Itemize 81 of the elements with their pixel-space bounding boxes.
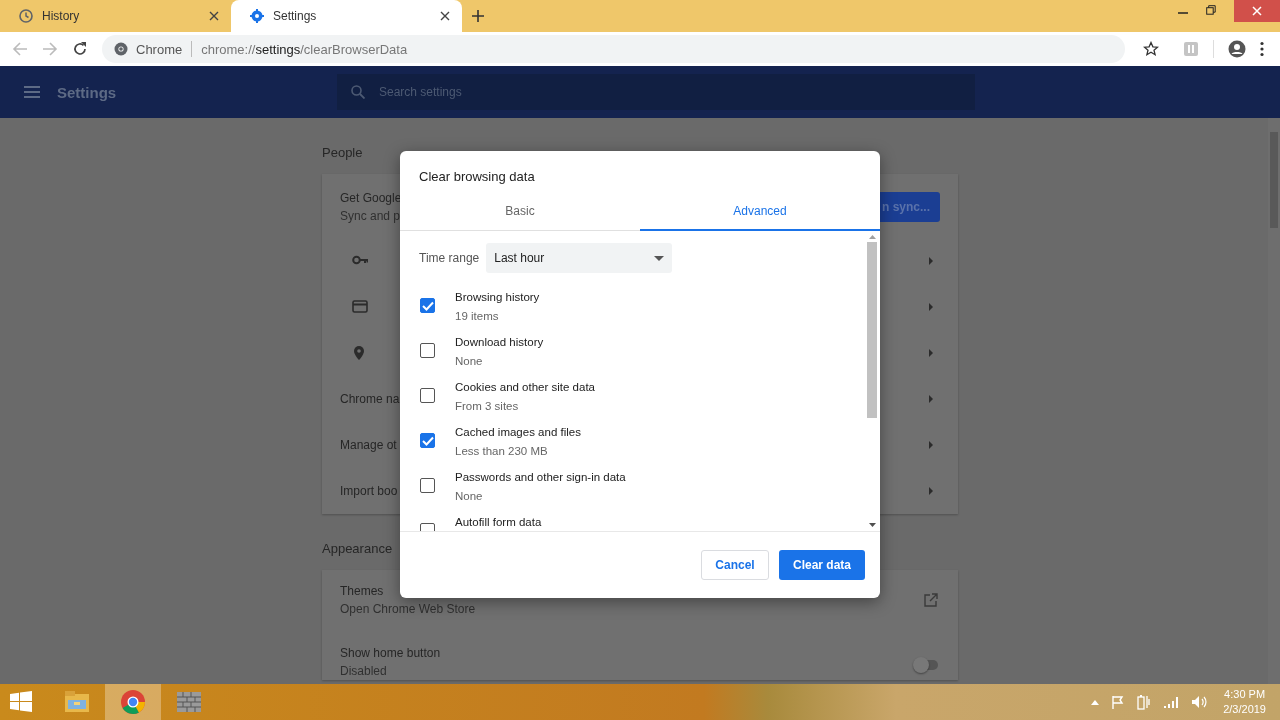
row-title: Import boo [340,483,398,500]
scroll-up-icon[interactable] [868,235,876,239]
chrome-icon [114,42,128,56]
dialog-tab[interactable]: Basic [400,193,640,231]
speaker-icon[interactable] [1191,695,1208,709]
search-icon [351,85,365,99]
row-title: Show home button [340,645,441,662]
browser-icon [119,688,147,716]
browser-tab[interactable]: Settings [231,0,462,32]
page-title: Settings [57,83,118,101]
scroll-down-icon[interactable] [868,523,876,527]
row-subtitle: Disabled [340,663,388,680]
arrow-right-icon[interactable] [928,394,934,404]
checkbox-label: Cached images and files [455,425,581,440]
scrollbar[interactable] [1268,118,1280,684]
close-icon [1252,6,1262,16]
dialog-title: Clear browsing data [418,168,536,186]
external-link-icon[interactable] [924,593,938,607]
row-title: Get Google [340,190,402,207]
search-field[interactable]: Search settings [337,74,975,110]
check-icon [421,435,434,446]
restore-icon[interactable] [1206,5,1216,15]
checkbox-label: Download history [455,335,544,350]
checkbox-label: Cookies and other site data [455,380,595,395]
checkbox-label: Passwords and other sign-in data [455,470,626,485]
battery-icon[interactable] [1137,694,1152,710]
credit-card-icon [352,299,368,315]
flag-icon[interactable] [1111,695,1126,709]
scrollbar-thumb[interactable] [867,242,877,418]
checkbox[interactable] [420,388,435,403]
signal-icon[interactable] [1163,695,1180,709]
checkbox-detail: 19 items [455,309,500,324]
arrow-right-icon[interactable] [928,256,934,266]
taskbar-app[interactable] [105,684,161,720]
toggle-switch[interactable] [916,660,938,670]
dialog-tab[interactable]: Advanced [640,193,880,231]
row-title: Themes [340,583,385,600]
section-heading: People [322,145,364,160]
show-hidden-icons-icon[interactable] [1091,699,1100,705]
address-bar[interactable]: Chrome chrome://settings/clearBrowserData [102,35,1125,63]
time-range-dropdown[interactable]: Last hour [486,243,673,273]
new-tab-icon[interactable] [472,10,484,22]
field-label: Time range [419,251,480,265]
row-subtitle: Open Chrome Web Store [340,601,476,618]
settings-icon [249,8,265,24]
checkbox[interactable] [420,298,435,313]
close-icon[interactable] [440,11,450,21]
row-title: Manage ot [340,437,397,454]
cancel-button[interactable]: Cancel [701,550,769,580]
profile-icon[interactable] [1228,40,1246,58]
checkbox[interactable] [420,433,435,448]
arrow-right-icon[interactable] [928,302,934,312]
windows-start-icon[interactable] [9,690,33,714]
history-icon [18,8,34,24]
checkbox-detail: From 3 sites [455,399,520,414]
row-title: Chrome na [340,391,400,408]
dropdown-arrow-icon [654,255,665,261]
star-icon[interactable] [1143,41,1159,57]
checkbox-detail: None [455,489,484,504]
menu-icon[interactable] [1260,41,1264,57]
clear-data-button[interactable]: Clear data [779,550,865,580]
section-heading: Appearance [322,541,394,556]
url-text: chrome://settings/clearBrowserData [201,41,408,57]
browser-tab[interactable]: History [0,0,231,32]
close-icon[interactable] [209,11,219,21]
arrow-right-icon[interactable] [928,486,934,496]
check-icon [421,300,434,311]
checkbox-detail: Less than 230 MB [455,444,549,459]
checkbox[interactable] [420,343,435,358]
close-button[interactable] [1234,0,1280,22]
back-icon[interactable] [12,41,28,57]
arrow-right-icon[interactable] [928,440,934,450]
forward-icon[interactable] [42,41,58,57]
checkbox[interactable] [420,478,435,493]
site-label: Chrome [136,41,183,57]
checkbox-label: Autofill form data [455,515,542,530]
reload-icon[interactable] [72,41,88,57]
extension-icon[interactable] [1183,41,1199,57]
checkbox-detail: None [455,354,484,369]
arrow-right-icon[interactable] [928,348,934,358]
checkbox-label: Browsing history [455,290,540,305]
